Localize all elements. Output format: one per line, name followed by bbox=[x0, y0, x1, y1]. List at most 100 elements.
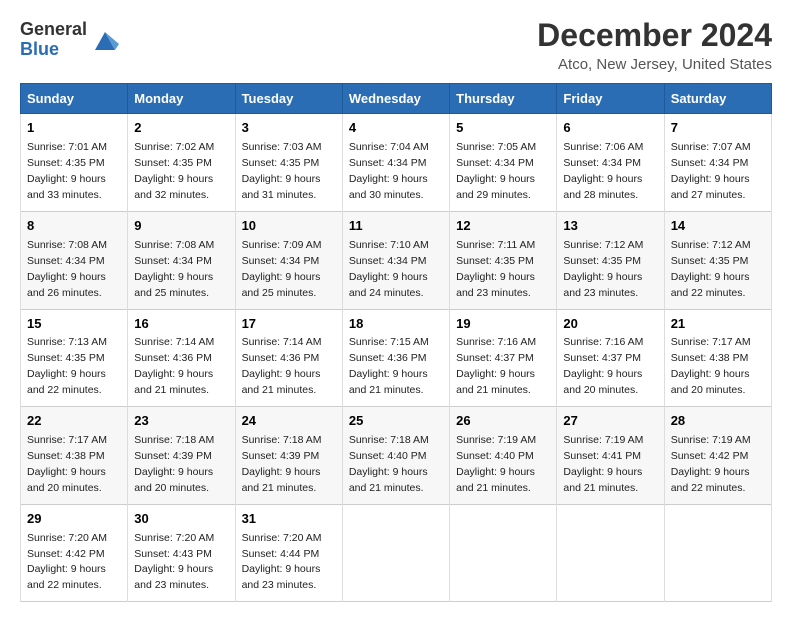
day-number: 16 bbox=[134, 315, 228, 334]
day-info: Sunrise: 7:06 AMSunset: 4:34 PMDaylight:… bbox=[563, 141, 643, 201]
calendar-cell: 23 Sunrise: 7:18 AMSunset: 4:39 PMDaylig… bbox=[128, 407, 235, 505]
calendar-cell: 26 Sunrise: 7:19 AMSunset: 4:40 PMDaylig… bbox=[450, 407, 557, 505]
day-number: 22 bbox=[27, 412, 121, 431]
day-number: 18 bbox=[349, 315, 443, 334]
day-info: Sunrise: 7:14 AMSunset: 4:36 PMDaylight:… bbox=[242, 336, 322, 396]
calendar-week-row: 8 Sunrise: 7:08 AMSunset: 4:34 PMDayligh… bbox=[21, 211, 772, 309]
day-info: Sunrise: 7:15 AMSunset: 4:36 PMDaylight:… bbox=[349, 336, 429, 396]
day-of-week-header: Tuesday bbox=[235, 84, 342, 114]
calendar-week-row: 22 Sunrise: 7:17 AMSunset: 4:38 PMDaylig… bbox=[21, 407, 772, 505]
day-info: Sunrise: 7:14 AMSunset: 4:36 PMDaylight:… bbox=[134, 336, 214, 396]
day-number: 11 bbox=[349, 217, 443, 236]
logo-blue-text: Blue bbox=[20, 40, 87, 60]
day-number: 2 bbox=[134, 119, 228, 138]
logo-general-text: General bbox=[20, 20, 87, 40]
day-info: Sunrise: 7:02 AMSunset: 4:35 PMDaylight:… bbox=[134, 141, 214, 201]
calendar-cell: 3 Sunrise: 7:03 AMSunset: 4:35 PMDayligh… bbox=[235, 114, 342, 212]
day-info: Sunrise: 7:16 AMSunset: 4:37 PMDaylight:… bbox=[456, 336, 536, 396]
day-of-week-header: Wednesday bbox=[342, 84, 449, 114]
calendar-cell: 6 Sunrise: 7:06 AMSunset: 4:34 PMDayligh… bbox=[557, 114, 664, 212]
day-number: 14 bbox=[671, 217, 765, 236]
day-info: Sunrise: 7:17 AMSunset: 4:38 PMDaylight:… bbox=[27, 434, 107, 494]
day-info: Sunrise: 7:08 AMSunset: 4:34 PMDaylight:… bbox=[27, 239, 107, 299]
day-number: 23 bbox=[134, 412, 228, 431]
day-info: Sunrise: 7:18 AMSunset: 4:39 PMDaylight:… bbox=[134, 434, 214, 494]
day-number: 21 bbox=[671, 315, 765, 334]
calendar-cell: 9 Sunrise: 7:08 AMSunset: 4:34 PMDayligh… bbox=[128, 211, 235, 309]
day-number: 19 bbox=[456, 315, 550, 334]
day-info: Sunrise: 7:18 AMSunset: 4:39 PMDaylight:… bbox=[242, 434, 322, 494]
day-info: Sunrise: 7:17 AMSunset: 4:38 PMDaylight:… bbox=[671, 336, 751, 396]
day-number: 28 bbox=[671, 412, 765, 431]
logo: General Blue bbox=[20, 20, 119, 60]
day-number: 5 bbox=[456, 119, 550, 138]
calendar-cell: 22 Sunrise: 7:17 AMSunset: 4:38 PMDaylig… bbox=[21, 407, 128, 505]
day-number: 8 bbox=[27, 217, 121, 236]
calendar-week-row: 1 Sunrise: 7:01 AMSunset: 4:35 PMDayligh… bbox=[21, 114, 772, 212]
month-title: December 2024 bbox=[537, 16, 772, 54]
calendar-cell: 20 Sunrise: 7:16 AMSunset: 4:37 PMDaylig… bbox=[557, 309, 664, 407]
day-info: Sunrise: 7:19 AMSunset: 4:41 PMDaylight:… bbox=[563, 434, 643, 494]
day-info: Sunrise: 7:08 AMSunset: 4:34 PMDaylight:… bbox=[134, 239, 214, 299]
day-number: 13 bbox=[563, 217, 657, 236]
day-info: Sunrise: 7:12 AMSunset: 4:35 PMDaylight:… bbox=[671, 239, 751, 299]
title-section: December 2024 Atco, New Jersey, United S… bbox=[537, 16, 772, 73]
day-number: 1 bbox=[27, 119, 121, 138]
day-number: 12 bbox=[456, 217, 550, 236]
day-number: 4 bbox=[349, 119, 443, 138]
day-info: Sunrise: 7:19 AMSunset: 4:42 PMDaylight:… bbox=[671, 434, 751, 494]
calendar-cell: 5 Sunrise: 7:05 AMSunset: 4:34 PMDayligh… bbox=[450, 114, 557, 212]
calendar-cell: 7 Sunrise: 7:07 AMSunset: 4:34 PMDayligh… bbox=[664, 114, 771, 212]
day-number: 3 bbox=[242, 119, 336, 138]
calendar-cell: 25 Sunrise: 7:18 AMSunset: 4:40 PMDaylig… bbox=[342, 407, 449, 505]
calendar-cell: 18 Sunrise: 7:15 AMSunset: 4:36 PMDaylig… bbox=[342, 309, 449, 407]
day-info: Sunrise: 7:04 AMSunset: 4:34 PMDaylight:… bbox=[349, 141, 429, 201]
day-number: 10 bbox=[242, 217, 336, 236]
calendar-cell: 11 Sunrise: 7:10 AMSunset: 4:34 PMDaylig… bbox=[342, 211, 449, 309]
day-number: 15 bbox=[27, 315, 121, 334]
calendar-cell: 15 Sunrise: 7:13 AMSunset: 4:35 PMDaylig… bbox=[21, 309, 128, 407]
day-number: 29 bbox=[27, 510, 121, 529]
day-info: Sunrise: 7:09 AMSunset: 4:34 PMDaylight:… bbox=[242, 239, 322, 299]
calendar-cell: 29 Sunrise: 7:20 AMSunset: 4:42 PMDaylig… bbox=[21, 504, 128, 602]
calendar-cell: 16 Sunrise: 7:14 AMSunset: 4:36 PMDaylig… bbox=[128, 309, 235, 407]
calendar-cell: 19 Sunrise: 7:16 AMSunset: 4:37 PMDaylig… bbox=[450, 309, 557, 407]
day-info: Sunrise: 7:11 AMSunset: 4:35 PMDaylight:… bbox=[456, 239, 535, 299]
calendar-cell: 21 Sunrise: 7:17 AMSunset: 4:38 PMDaylig… bbox=[664, 309, 771, 407]
day-of-week-header: Friday bbox=[557, 84, 664, 114]
day-number: 26 bbox=[456, 412, 550, 431]
calendar-week-row: 15 Sunrise: 7:13 AMSunset: 4:35 PMDaylig… bbox=[21, 309, 772, 407]
calendar-cell: 1 Sunrise: 7:01 AMSunset: 4:35 PMDayligh… bbox=[21, 114, 128, 212]
calendar-cell: 14 Sunrise: 7:12 AMSunset: 4:35 PMDaylig… bbox=[664, 211, 771, 309]
calendar-cell: 8 Sunrise: 7:08 AMSunset: 4:34 PMDayligh… bbox=[21, 211, 128, 309]
day-info: Sunrise: 7:20 AMSunset: 4:42 PMDaylight:… bbox=[27, 532, 107, 592]
day-info: Sunrise: 7:20 AMSunset: 4:44 PMDaylight:… bbox=[242, 532, 322, 592]
day-number: 6 bbox=[563, 119, 657, 138]
calendar-cell: 28 Sunrise: 7:19 AMSunset: 4:42 PMDaylig… bbox=[664, 407, 771, 505]
calendar-header-row: SundayMondayTuesdayWednesdayThursdayFrid… bbox=[21, 84, 772, 114]
logo-icon bbox=[91, 26, 119, 54]
day-info: Sunrise: 7:19 AMSunset: 4:40 PMDaylight:… bbox=[456, 434, 536, 494]
day-number: 27 bbox=[563, 412, 657, 431]
day-number: 20 bbox=[563, 315, 657, 334]
day-number: 30 bbox=[134, 510, 228, 529]
day-number: 9 bbox=[134, 217, 228, 236]
calendar-cell: 13 Sunrise: 7:12 AMSunset: 4:35 PMDaylig… bbox=[557, 211, 664, 309]
calendar-table: SundayMondayTuesdayWednesdayThursdayFrid… bbox=[20, 83, 772, 602]
calendar-cell bbox=[557, 504, 664, 602]
day-of-week-header: Monday bbox=[128, 84, 235, 114]
day-info: Sunrise: 7:16 AMSunset: 4:37 PMDaylight:… bbox=[563, 336, 643, 396]
day-of-week-header: Thursday bbox=[450, 84, 557, 114]
calendar-cell: 17 Sunrise: 7:14 AMSunset: 4:36 PMDaylig… bbox=[235, 309, 342, 407]
day-info: Sunrise: 7:03 AMSunset: 4:35 PMDaylight:… bbox=[242, 141, 322, 201]
calendar-cell bbox=[450, 504, 557, 602]
day-info: Sunrise: 7:18 AMSunset: 4:40 PMDaylight:… bbox=[349, 434, 429, 494]
calendar-cell: 27 Sunrise: 7:19 AMSunset: 4:41 PMDaylig… bbox=[557, 407, 664, 505]
page-header: General Blue December 2024 Atco, New Jer… bbox=[20, 16, 772, 73]
calendar-cell bbox=[664, 504, 771, 602]
day-number: 31 bbox=[242, 510, 336, 529]
calendar-cell: 2 Sunrise: 7:02 AMSunset: 4:35 PMDayligh… bbox=[128, 114, 235, 212]
day-number: 25 bbox=[349, 412, 443, 431]
day-of-week-header: Saturday bbox=[664, 84, 771, 114]
calendar-cell: 24 Sunrise: 7:18 AMSunset: 4:39 PMDaylig… bbox=[235, 407, 342, 505]
